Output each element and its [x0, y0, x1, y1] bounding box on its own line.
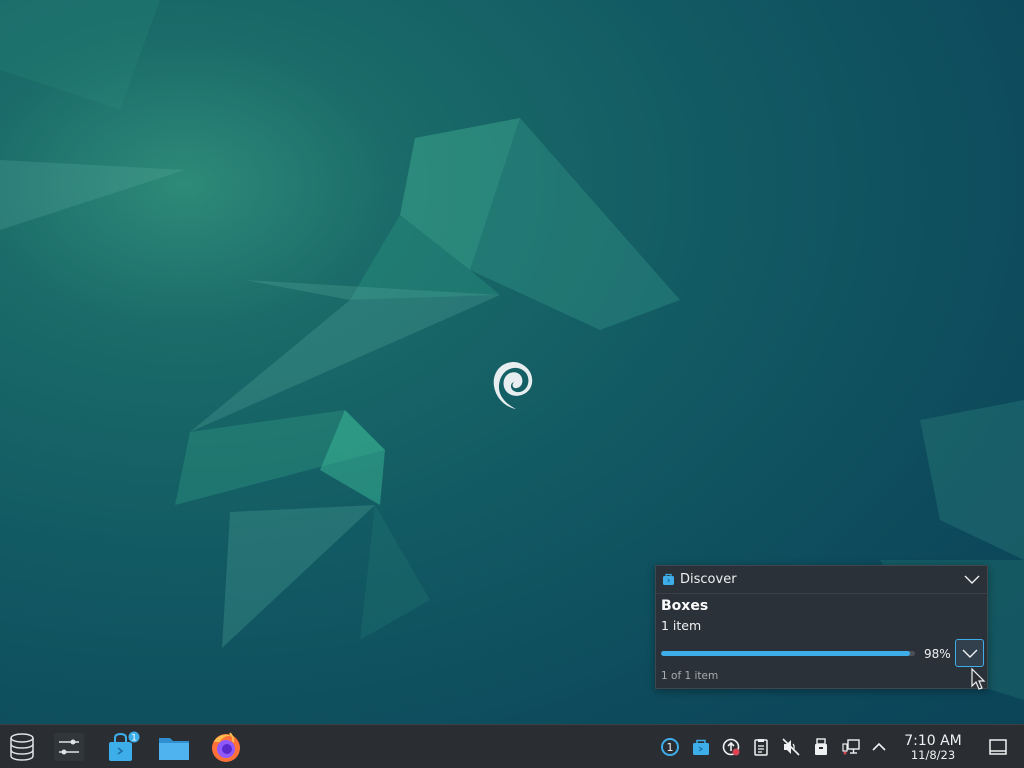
system-settings-launcher[interactable] [51, 730, 87, 764]
application-launcher-button[interactable] [4, 730, 40, 764]
sliders-icon [54, 733, 84, 761]
taskbar-panel: 1 1 7:10 AM 11/8/23 [0, 724, 1024, 768]
notification-subtitle: 1 item [661, 618, 702, 633]
network-button[interactable] [841, 737, 861, 757]
progress-bar-fill [661, 651, 910, 656]
digital-clock[interactable]: 7:10 AM 11/8/23 [898, 733, 968, 762]
files-launcher[interactable] [156, 730, 192, 764]
clipboard-button[interactable] [751, 737, 771, 757]
chevron-up-icon [872, 742, 886, 751]
discover-tray-button[interactable] [691, 737, 711, 757]
mouse-cursor-icon [971, 667, 986, 690]
progress-bar [661, 651, 915, 656]
notification-title: Boxes [661, 598, 709, 614]
show-desktop-button[interactable] [988, 737, 1008, 757]
clipboard-icon [754, 739, 768, 756]
removable-devices-button[interactable] [811, 737, 831, 757]
shopping-bag-icon: 1 [109, 730, 140, 761]
notification-footer: 1 of 1 item [661, 670, 719, 682]
show-desktop-icon [989, 739, 1007, 755]
discover-launcher[interactable]: 1 [104, 730, 140, 764]
chevron-down-icon [962, 649, 978, 658]
updates-icon [722, 738, 740, 756]
notifications-icon: 1 [661, 738, 679, 756]
progress-percent: 98% [924, 647, 951, 661]
discover-icon [663, 573, 674, 585]
job-progress-notification: Discover Boxes 1 item 98% 1 of 1 item [655, 565, 988, 689]
firefox-icon [212, 732, 240, 762]
volume-muted-icon [782, 738, 800, 756]
database-icon [10, 733, 34, 761]
show-details-button[interactable] [955, 639, 984, 667]
collapse-chevron-icon[interactable] [963, 572, 981, 588]
updates-button[interactable] [721, 737, 741, 757]
notifications-button[interactable]: 1 [660, 737, 680, 757]
volume-button[interactable] [781, 737, 801, 757]
clock-time: 7:10 AM [904, 733, 962, 749]
discover-badge: 1 [131, 734, 137, 744]
notifications-count: 1 [667, 741, 674, 754]
network-icon [842, 739, 860, 755]
firefox-launcher[interactable] [208, 730, 244, 764]
removable-device-icon [815, 738, 827, 755]
folder-icon [159, 738, 189, 760]
notification-header: Discover [656, 566, 987, 594]
show-hidden-icons-button[interactable] [869, 737, 889, 757]
discover-tray-icon [693, 739, 709, 755]
clock-date: 11/8/23 [910, 748, 956, 762]
notification-app-name: Discover [680, 572, 737, 587]
debian-swirl-logo [493, 362, 533, 409]
